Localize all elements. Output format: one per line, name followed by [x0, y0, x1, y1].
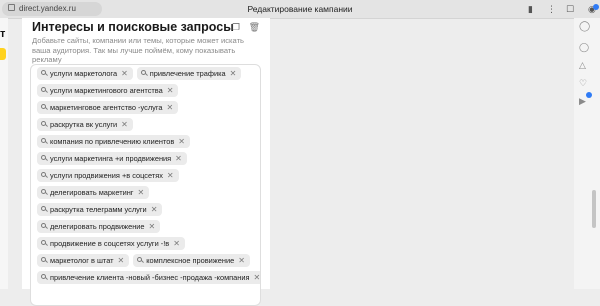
menu-dots-icon[interactable]: ⋮	[547, 3, 556, 15]
close-icon[interactable]: ✕	[118, 256, 125, 265]
scrollbar[interactable]	[592, 190, 596, 228]
tag-chip[interactable]: маркетинговое агентство -услуга ✕	[37, 101, 179, 114]
search-icon	[41, 104, 46, 109]
notification-badge	[593, 4, 599, 10]
copy-icon[interactable]: ❐	[232, 22, 240, 32]
tag-row: услуги маркетолога ✕ привлечение трафика ✕	[37, 67, 242, 80]
tag-label: компания по привлечению клиентов	[50, 137, 175, 146]
right-sidebar: ◯ ◯ △ ♡ ▶	[574, 18, 600, 289]
tag-label: раскрутка вк услуги	[50, 120, 118, 129]
tag-label: комплексное провижение	[146, 256, 235, 265]
close-icon[interactable]: ✕	[166, 103, 173, 112]
tag-chip[interactable]: раскрутка вк услуги ✕	[37, 118, 133, 131]
tag-row: продвижение в соцсетях услуги -!в ✕	[37, 237, 185, 250]
tag-label: привлечение клиента -новый -бизнес -прод…	[50, 273, 250, 282]
search-icon	[41, 223, 46, 228]
close-icon[interactable]: ✕	[167, 171, 174, 180]
tag-chip[interactable]: привлечение клиента -новый -бизнес -прод…	[37, 271, 261, 284]
search-icon	[41, 274, 46, 279]
close-icon[interactable]: ✕	[178, 137, 185, 146]
tag-chip[interactable]: привлечение трафика ✕	[136, 67, 242, 80]
close-icon[interactable]: ✕	[151, 205, 158, 214]
close-icon[interactable]: ✕	[138, 188, 145, 197]
search-icon	[41, 70, 46, 75]
bookmark-icon[interactable]: ▮	[528, 3, 533, 15]
tag-label: делегировать продвижение	[50, 222, 145, 231]
search-icon	[140, 70, 146, 75]
left-sidebar-letter: т	[0, 28, 6, 40]
search-icon	[41, 121, 46, 126]
search-icon	[41, 87, 46, 92]
tag-chip[interactable]: компания по привлечению клиентов ✕	[37, 135, 190, 148]
close-icon[interactable]: ✕	[238, 256, 245, 265]
search-icon	[41, 206, 46, 211]
close-icon[interactable]: ✕	[254, 273, 261, 282]
section-description: Добавьте сайты, компании или темы, котор…	[32, 36, 245, 64]
message-icon[interactable]: ◯	[579, 42, 589, 52]
tag-chip[interactable]: услуги маркетолога ✕	[37, 67, 133, 80]
tag-row: делегировать продвижение ✕	[37, 220, 161, 233]
tag-label: маркетолог в штат	[50, 256, 114, 265]
interests-card: Интересы и поисковые запросы ❐ 🗑 Добавьт…	[22, 18, 270, 306]
search-icon	[41, 138, 46, 143]
chat-icon[interactable]: ☐	[566, 3, 574, 15]
section-title: Интересы и поисковые запросы	[32, 20, 234, 34]
tag-label: раскрутка телеграмм услуги	[50, 205, 147, 214]
close-icon[interactable]: ✕	[149, 222, 156, 231]
close-icon[interactable]: ✕	[175, 154, 182, 163]
search-icon	[41, 155, 46, 160]
tag-label: продвижение в соцсетях услуги -!в	[50, 239, 170, 248]
tag-label: услуги маркетолога	[50, 69, 118, 78]
left-sidebar-accent[interactable]	[0, 48, 6, 60]
tag-label: делегировать маркетинг	[50, 188, 134, 197]
close-icon[interactable]: ✕	[121, 69, 128, 78]
avatar-icon[interactable]: ◯	[579, 22, 590, 32]
tag-row: раскрутка телеграмм услуги ✕	[37, 203, 163, 216]
tag-row: услуги продвижения +в соцсетях ✕	[37, 169, 179, 182]
tag-row: услуги маркетингового агентства ✕	[37, 84, 179, 97]
tag-row: делегировать маркетинг ✕	[37, 186, 150, 199]
tag-row: компания по привлечению клиентов ✕	[37, 135, 190, 148]
tag-label: услуги маркетингового агентства	[50, 86, 163, 95]
tag-row: привлечение клиента -новый -бизнес -прод…	[37, 271, 261, 284]
tags-container[interactable]: услуги маркетолога ✕ привлечение трафика ✕…	[30, 64, 261, 306]
tag-chip[interactable]: продвижение в соцсетях услуги -!в ✕	[37, 237, 185, 250]
trash-icon[interactable]: 🗑	[249, 22, 260, 32]
browser-toolbar: direct.yandex.ru Редактирование кампании…	[0, 0, 600, 19]
tag-label: услуги маркетинга +и продвижения	[50, 154, 172, 163]
tag-label: услуги продвижения +в соцсетях	[50, 171, 163, 180]
tag-chip[interactable]: комплексное провижение ✕	[133, 254, 250, 267]
play-icon[interactable]: ▶	[579, 96, 586, 106]
tag-chip[interactable]: делегировать маркетинг ✕	[37, 186, 150, 199]
close-icon[interactable]: ✕	[230, 69, 237, 78]
search-icon	[137, 257, 143, 262]
play-badge	[586, 92, 592, 98]
search-icon	[41, 172, 46, 177]
tag-chip[interactable]: раскрутка телеграмм услуги ✕	[37, 203, 163, 216]
tag-chip[interactable]: маркетолог в штат ✕	[37, 254, 130, 267]
search-icon	[41, 240, 46, 245]
tag-chip[interactable]: услуги маркетингового агентства ✕	[37, 84, 179, 97]
like-icon[interactable]: ♡	[579, 78, 587, 88]
search-icon	[41, 189, 46, 194]
tag-label: привлечение трафика	[149, 69, 226, 78]
tag-chip[interactable]: услуги продвижения +в соцсетях ✕	[37, 169, 179, 182]
close-icon[interactable]: ✕	[173, 239, 180, 248]
tag-row: маркетинговое агентство -услуга ✕	[37, 101, 179, 114]
tab-title: Редактирование кампании	[247, 4, 353, 14]
tag-chip[interactable]: делегировать продвижение ✕	[37, 220, 161, 233]
tag-row: услуги маркетинга +и продвижения ✕	[37, 152, 187, 165]
tag-row: раскрутка вк услуги ✕	[37, 118, 133, 131]
tag-chip[interactable]: услуги маркетинга +и продвижения ✕	[37, 152, 187, 165]
search-icon	[41, 257, 46, 262]
close-icon[interactable]: ✕	[121, 120, 128, 129]
tag-row: маркетолог в штат ✕ комплексное провижени…	[37, 254, 250, 267]
close-icon[interactable]: ✕	[167, 86, 174, 95]
bell-icon[interactable]: △	[579, 60, 586, 70]
tag-label: маркетинговое агентство -услуга	[50, 103, 163, 112]
